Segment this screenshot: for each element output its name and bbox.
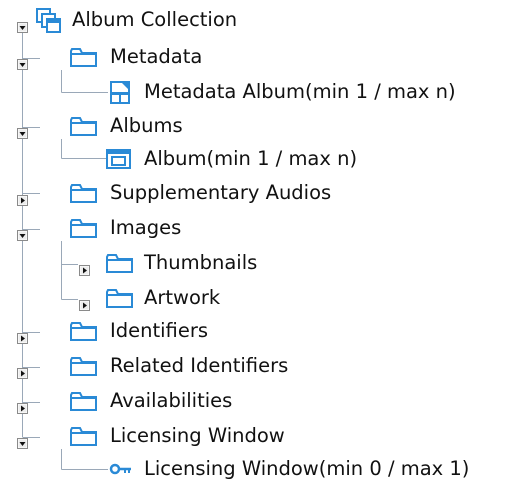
tree-node-images[interactable]: Images: [17, 214, 267, 242]
tree-node-label: Related Identifiers: [110, 354, 289, 377]
tree-node-label: Images: [110, 216, 182, 239]
tree-node-label: Licensing Window(min 0 / max 1): [144, 457, 470, 480]
expand-toggle-icon[interactable]: [17, 361, 28, 379]
tree-node-identifiers[interactable]: Identifiers: [17, 317, 267, 345]
tree-node-metadata[interactable]: Metadata: [17, 43, 267, 71]
collapse-toggle-icon[interactable]: [17, 15, 28, 33]
collapse-toggle-icon[interactable]: [17, 223, 28, 241]
tree-node-licensing-window[interactable]: Licensing Window: [17, 422, 337, 450]
album-collection-icon: [35, 8, 65, 33]
tree-node-supplementary-audios[interactable]: Supplementary Audios: [17, 179, 367, 207]
tree-node-related-identifiers[interactable]: Related Identifiers: [17, 352, 337, 380]
tree-node-label: Identifiers: [110, 319, 209, 342]
metadata-album-icon: [108, 80, 132, 104]
tree-node-metadata-album[interactable]: Metadata Album(min 1 / max n): [17, 78, 497, 106]
tree-node-label: Supplementary Audios: [110, 181, 332, 204]
tree-node-label: Album(min 1 / max n): [144, 147, 358, 170]
expand-toggle-icon[interactable]: [17, 326, 28, 344]
tree-node-albums[interactable]: Albums: [17, 112, 267, 140]
folder-icon: [69, 354, 97, 378]
folder-icon: [105, 286, 133, 310]
expand-toggle-icon[interactable]: [79, 293, 90, 311]
tree-node-label: Album Collection: [72, 8, 238, 31]
collapse-toggle-icon[interactable]: [17, 52, 28, 70]
expand-toggle-icon[interactable]: [17, 188, 28, 206]
folder-icon: [69, 45, 97, 69]
tree-node-album[interactable]: Album(min 1 / max n): [17, 145, 417, 173]
folder-icon: [69, 424, 97, 448]
tree-node-artwork[interactable]: Artwork: [79, 284, 329, 312]
tree-node-licensing-window-item[interactable]: Licensing Window(min 0 / max 1): [17, 455, 507, 483]
tree-node-label: Metadata Album(min 1 / max n): [144, 80, 456, 103]
folder-icon: [69, 319, 97, 343]
tree-node-album-collection[interactable]: Album Collection: [17, 6, 317, 34]
collapse-toggle-icon[interactable]: [17, 431, 28, 449]
expand-toggle-icon[interactable]: [79, 258, 90, 276]
tree-node-label: Availabilities: [110, 389, 233, 412]
key-icon: [109, 459, 133, 483]
collapse-toggle-icon[interactable]: [17, 121, 28, 139]
folder-icon: [69, 181, 97, 205]
tree-node-label: Albums: [110, 114, 183, 137]
folder-icon: [105, 251, 133, 275]
album-icon: [105, 147, 133, 171]
tree-node-label: Artwork: [144, 286, 221, 309]
tree-node-label: Metadata: [110, 45, 203, 68]
tree-node-availabilities[interactable]: Availabilities: [17, 387, 297, 415]
folder-icon: [69, 114, 97, 138]
tree-node-label: Licensing Window: [110, 424, 285, 447]
folder-icon: [69, 389, 97, 413]
expand-toggle-icon[interactable]: [17, 396, 28, 414]
tree-view: Album Collection Metadata Metadata Album…: [0, 0, 508, 485]
folder-icon: [69, 216, 97, 240]
tree-node-thumbnails[interactable]: Thumbnails: [79, 249, 329, 277]
tree-node-label: Thumbnails: [144, 251, 258, 274]
